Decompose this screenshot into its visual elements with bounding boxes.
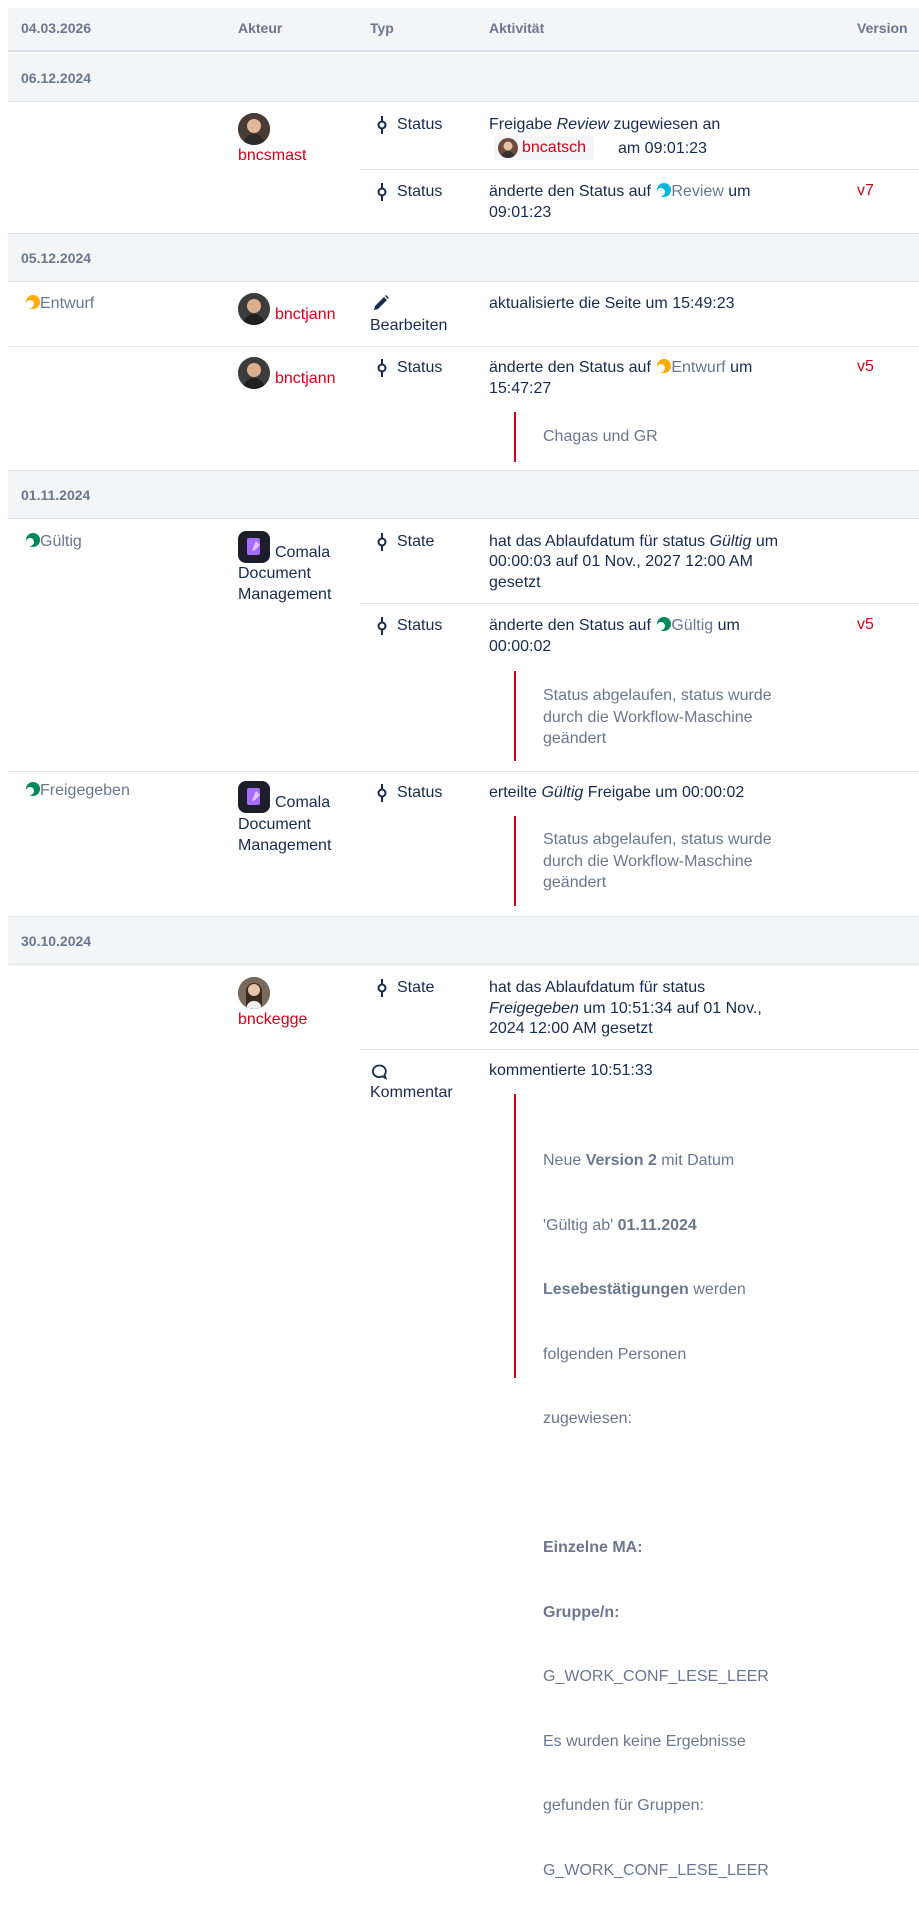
comment-text: Chagas und GR <box>543 428 658 445</box>
comment-icon <box>371 1064 388 1085</box>
commit-icon <box>376 116 388 139</box>
activity-text: kommentierte 10:51:33 <box>489 1062 653 1079</box>
activity-text: gesetzt <box>489 574 541 591</box>
activity-text: Freigegeben um 10:51:34 auf 01 Nov., <box>489 1000 762 1017</box>
row-divider <box>360 1049 919 1050</box>
status-draft-icon <box>657 359 672 373</box>
state-cell: Gültig <box>24 532 82 553</box>
actor-name[interactable]: Comala <box>275 793 330 814</box>
avatar[interactable] <box>238 113 270 145</box>
comment-text: Status abgelaufen, status wurde durch di… <box>543 831 772 891</box>
date-group-header <box>8 471 919 519</box>
activity-text: erteilte Gültig Freigabe um 00:00:02 <box>489 784 745 801</box>
comment-bar <box>514 816 516 906</box>
version-link[interactable]: v5 <box>857 358 874 376</box>
activity-text: hat das Ablaufdatum für status <box>489 979 706 996</box>
status-draft-icon <box>26 295 40 309</box>
comment-text: Neue Version 2 mit Datum 'Gültig ab' 01.… <box>543 1152 769 1879</box>
activity-text: änderte den Status auf Gültig um <box>489 617 740 634</box>
activity-text: hat das Ablaufdatum für status Gültig um <box>489 533 779 550</box>
actor-link[interactable]: bnctjann <box>275 370 336 388</box>
version-link[interactable]: v7 <box>857 182 874 200</box>
commit-icon <box>376 784 388 807</box>
comment-text: Status abgelaufen, status wurde durch di… <box>543 687 772 747</box>
header-version[interactable]: Version <box>857 20 908 36</box>
comment-bar <box>514 412 516 462</box>
status-label: Entwurf <box>671 359 726 376</box>
actor-link[interactable]: bnckegge <box>238 1011 307 1029</box>
comment-bar <box>514 1094 516 1378</box>
date-group-header <box>8 54 919 102</box>
type-label: Status <box>397 617 443 634</box>
status-valid-icon <box>26 533 40 547</box>
state-cell: Freigegeben <box>24 781 130 802</box>
activity-text: 2024 12:00 AM gesetzt <box>489 1020 653 1037</box>
status-review-icon <box>657 183 672 197</box>
row-divider <box>360 169 919 170</box>
actor-name[interactable]: Management <box>238 836 331 857</box>
status-label: Review <box>671 183 724 200</box>
avatar[interactable] <box>238 293 270 325</box>
type-label: Status <box>397 183 443 200</box>
type-label: Status <box>397 359 443 376</box>
table-header <box>8 8 919 52</box>
user-mention-chip[interactable]: bncatsch <box>494 136 595 160</box>
activity-text: änderte den Status auf Entwurf um <box>489 359 753 376</box>
row-divider <box>8 771 919 772</box>
row-divider <box>8 346 919 347</box>
commit-icon <box>376 533 388 556</box>
actor-name[interactable]: Comala <box>275 543 330 564</box>
commit-icon <box>376 617 388 640</box>
actor-link[interactable]: bncsmast <box>238 147 306 165</box>
activity-time: am 09:01:23 <box>618 140 707 157</box>
state-cell: Entwurf <box>24 294 94 315</box>
group-date: 06.12.2024 <box>21 70 92 86</box>
date-group-header <box>8 234 919 282</box>
avatar[interactable] <box>238 531 270 568</box>
avatar[interactable] <box>238 977 270 1009</box>
type-label: Kommentar <box>370 1084 453 1101</box>
date-group-header <box>8 917 919 965</box>
header-date[interactable]: 04.03.2026 <box>21 20 91 36</box>
group-date: 01.11.2024 <box>21 487 91 503</box>
type-label: State <box>397 979 435 996</box>
header-actor[interactable]: Akteur <box>238 20 282 36</box>
group-date: 05.12.2024 <box>21 250 92 266</box>
commit-icon <box>376 979 388 1002</box>
type-label: Status <box>397 116 443 133</box>
status-valid-icon <box>26 782 40 796</box>
activity-time: 15:47:27 <box>489 380 552 397</box>
commit-icon <box>376 359 388 382</box>
header-activity[interactable]: Aktivität <box>489 20 544 36</box>
avatar <box>498 138 518 158</box>
group-date: 30.10.2024 <box>21 933 92 949</box>
actor-name[interactable]: Document <box>238 815 311 836</box>
activity-text: aktualisierte die Seite um 15:49:23 <box>489 295 735 312</box>
actor-link[interactable]: bnctjann <box>275 306 336 324</box>
activity-text: änderte den Status auf Review um <box>489 183 751 200</box>
activity-time: 09:01:23 <box>489 204 552 221</box>
activity-time: 00:00:02 <box>489 638 552 655</box>
actor-name[interactable]: Document <box>238 564 311 585</box>
type-label: Status <box>397 784 443 801</box>
pencil-icon <box>372 294 390 317</box>
avatar[interactable] <box>238 781 270 818</box>
commit-icon <box>376 183 388 206</box>
type-label: State <box>397 533 435 550</box>
comment-bar <box>514 671 516 761</box>
header-type[interactable]: Typ <box>370 20 394 36</box>
status-label: Gültig <box>671 617 714 634</box>
activity-text: Freigabe Review zugewiesen an <box>489 116 721 133</box>
activity-text: 00:00:03 auf 01 Nov., 2027 12:00 AM <box>489 553 753 570</box>
activity-history: 04.03.2026 Akteur Typ Aktivität Version … <box>0 0 919 1879</box>
actor-name[interactable]: Management <box>238 585 331 606</box>
type-label: Bearbeiten <box>370 317 448 334</box>
row-divider <box>360 603 919 604</box>
avatar[interactable] <box>238 357 270 389</box>
status-valid-icon <box>657 617 672 631</box>
version-link[interactable]: v5 <box>857 616 874 634</box>
